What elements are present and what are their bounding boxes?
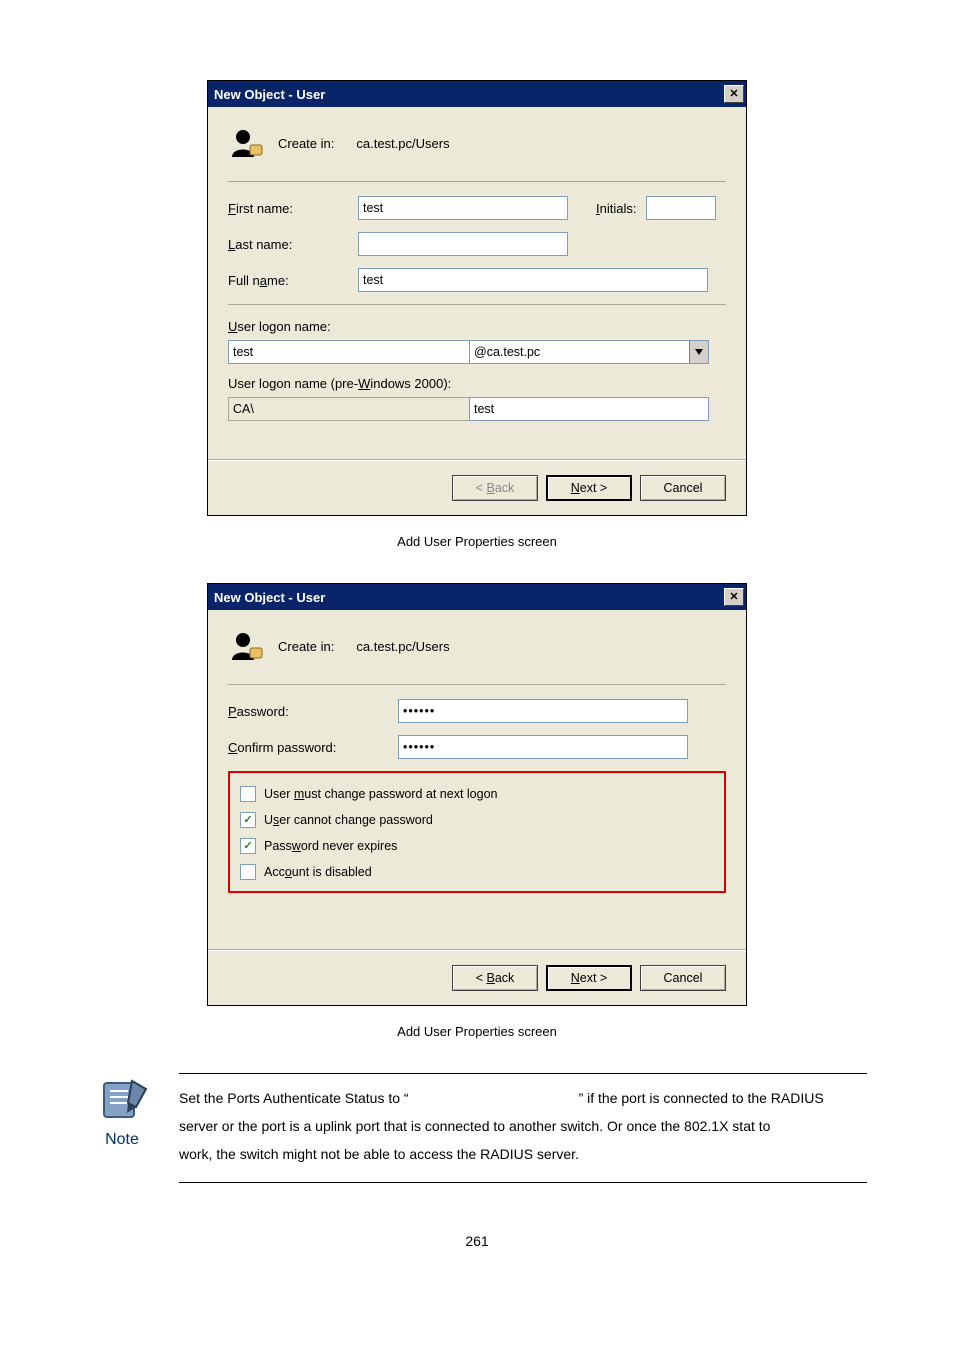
checkbox-disabled[interactable]	[240, 864, 256, 880]
user-logon-domain-value: @ca.test.pc	[470, 345, 689, 359]
first-name-input[interactable]	[358, 196, 568, 220]
figure-caption-1: Add User Properties screen	[0, 534, 954, 549]
prewin-domain-readonly: CA\	[228, 397, 470, 421]
figure-caption-2: Add User Properties screen	[0, 1024, 954, 1039]
initials-input[interactable]	[646, 196, 716, 220]
note-text: Set the Ports Authenticate Status to “” …	[179, 1073, 867, 1183]
cancel-button[interactable]: Cancel	[640, 965, 726, 991]
user-logon-name-input[interactable]	[228, 340, 470, 364]
titlebar: New Object - User ✕	[208, 81, 746, 107]
note-block: Note Set the Ports Authenticate Status t…	[87, 1073, 867, 1183]
create-in-value: ca.test.pc/Users	[356, 639, 449, 654]
dialog-title: New Object - User	[214, 87, 724, 102]
opt-disabled-label: Account is disabled	[264, 865, 372, 879]
initials-label: Initials:	[596, 201, 636, 216]
password-options-highlight: User must change password at next logon …	[228, 771, 726, 893]
dialog-title: New Object - User	[214, 590, 724, 605]
checkbox-must-change[interactable]	[240, 786, 256, 802]
titlebar: New Object - User ✕	[208, 584, 746, 610]
prewin-label: User logon name (pre-Windows 2000):	[228, 376, 726, 391]
user-create-icon	[228, 628, 264, 664]
opt-never-expires-label: Password never expires	[264, 839, 397, 853]
create-in-label: Create in:	[278, 136, 334, 151]
next-button[interactable]: Next >	[546, 965, 632, 991]
chevron-down-icon	[689, 341, 708, 363]
confirm-password-input[interactable]	[398, 735, 688, 759]
cancel-button[interactable]: Cancel	[640, 475, 726, 501]
checkbox-never-expires[interactable]	[240, 838, 256, 854]
note-label: Note	[87, 1131, 157, 1149]
first-name-label: First name:	[228, 201, 358, 216]
next-button[interactable]: Next >	[546, 475, 632, 501]
full-name-input[interactable]	[358, 268, 708, 292]
password-input[interactable]	[398, 699, 688, 723]
close-icon[interactable]: ✕	[724, 85, 744, 103]
full-name-label: Full name:	[228, 273, 358, 288]
back-button[interactable]: < Back	[452, 965, 538, 991]
last-name-input[interactable]	[358, 232, 568, 256]
password-label: Password:	[228, 704, 398, 719]
create-in-label: Create in:	[278, 639, 334, 654]
create-in-value: ca.test.pc/Users	[356, 136, 449, 151]
confirm-password-label: Confirm password:	[228, 740, 398, 755]
back-button: < Back	[452, 475, 538, 501]
last-name-label: Last name:	[228, 237, 358, 252]
user-logon-name-label: User logon name:	[228, 319, 726, 334]
opt-must-change-label: User must change password at next logon	[264, 787, 497, 801]
new-user-dialog-1: New Object - User ✕ Create in: ca.test.p…	[207, 80, 747, 516]
opt-cannot-change-label: User cannot change password	[264, 813, 433, 827]
note-icon: Note	[87, 1073, 157, 1149]
page-number: 261	[0, 1233, 954, 1249]
user-logon-domain-select[interactable]: @ca.test.pc	[469, 340, 709, 364]
prewin-logon-input[interactable]	[469, 397, 709, 421]
user-create-icon	[228, 125, 264, 161]
new-user-dialog-2: New Object - User ✕ Create in: ca.test.p…	[207, 583, 747, 1006]
checkbox-cannot-change[interactable]	[240, 812, 256, 828]
close-icon[interactable]: ✕	[724, 588, 744, 606]
